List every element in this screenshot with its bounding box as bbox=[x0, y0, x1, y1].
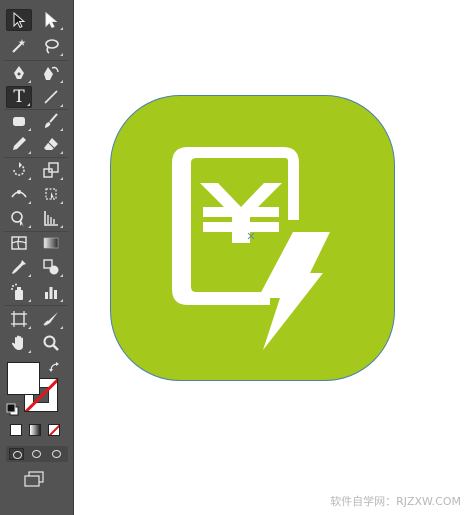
lasso-tool[interactable] bbox=[38, 35, 64, 57]
screen-mode-icon[interactable] bbox=[23, 470, 47, 492]
eraser-tool[interactable] bbox=[38, 133, 64, 155]
gradient-icon bbox=[43, 237, 59, 249]
line-segment-tool[interactable] bbox=[38, 86, 64, 108]
yuan-phone-lightning-icon bbox=[172, 147, 330, 350]
symbol-sprayer-icon bbox=[11, 283, 23, 300]
pen-tool[interactable] bbox=[6, 62, 32, 84]
pencil-tool[interactable] bbox=[6, 133, 32, 155]
free-transform-tool[interactable] bbox=[38, 183, 64, 205]
slice-knife-icon bbox=[43, 312, 58, 326]
draw-normal-icon[interactable] bbox=[9, 448, 24, 460]
pen-nib-icon bbox=[14, 66, 24, 79]
watermark-text: 软件自学网：RJZXW.COM bbox=[330, 495, 461, 508]
direct-selection-tool[interactable] bbox=[38, 9, 64, 31]
rounded-rectangle-icon bbox=[13, 117, 25, 126]
curvature-tool[interactable] bbox=[38, 62, 64, 84]
lasso-icon bbox=[45, 39, 59, 54]
lightning-bolt bbox=[258, 232, 330, 350]
width-tool[interactable] bbox=[6, 183, 32, 205]
artboard-tool[interactable] bbox=[6, 308, 32, 330]
shape-builder-icon bbox=[11, 211, 24, 227]
type-tool[interactable]: T bbox=[6, 86, 32, 108]
mesh-tool[interactable] bbox=[6, 232, 32, 254]
eyedropper-tool[interactable] bbox=[6, 256, 32, 278]
blend-tool[interactable] bbox=[38, 256, 64, 278]
gradient-tool[interactable] bbox=[38, 232, 64, 254]
hand-tool[interactable] bbox=[6, 332, 32, 354]
drawing-modes-group bbox=[6, 446, 68, 462]
curvature-pen-icon bbox=[44, 66, 59, 80]
selection-arrow-icon bbox=[13, 11, 26, 29]
draw-inside-icon[interactable] bbox=[49, 448, 64, 460]
eyedropper-icon bbox=[12, 260, 26, 274]
tools-panel: T bbox=[0, 0, 74, 515]
type-t-icon: T bbox=[13, 87, 25, 107]
pencil-icon bbox=[13, 137, 26, 150]
yuan-sign bbox=[200, 183, 282, 243]
perspective-grid-icon bbox=[44, 211, 58, 226]
free-transform-icon bbox=[45, 188, 57, 200]
blend-icon bbox=[43, 259, 59, 275]
draw-behind-icon[interactable] bbox=[29, 448, 44, 460]
shape-builder-tool[interactable] bbox=[6, 207, 32, 229]
center-point-marker bbox=[247, 232, 255, 240]
selection-tool[interactable] bbox=[6, 9, 32, 31]
default-colors-icon[interactable] bbox=[6, 401, 19, 420]
scale-tool[interactable] bbox=[38, 159, 64, 181]
rotate-icon bbox=[13, 162, 25, 176]
fill-color-swatch[interactable] bbox=[7, 362, 40, 395]
gradient-mode-button[interactable] bbox=[29, 424, 41, 436]
line-segment-icon bbox=[44, 90, 58, 104]
eraser-icon bbox=[44, 138, 58, 150]
artboard-icon bbox=[11, 311, 27, 327]
symbol-sprayer-tool[interactable] bbox=[6, 281, 32, 303]
paintbrush-tool[interactable] bbox=[38, 110, 64, 132]
hand-icon bbox=[11, 335, 23, 350]
direct-selection-arrow-icon bbox=[45, 11, 58, 29]
none-mode-button[interactable] bbox=[48, 424, 60, 436]
magic-wand-icon bbox=[12, 39, 26, 53]
scale-icon bbox=[43, 162, 59, 178]
rectangle-tool[interactable] bbox=[6, 110, 32, 132]
zoom-magnifier-icon bbox=[43, 335, 59, 351]
slice-tool[interactable] bbox=[38, 308, 64, 330]
color-mode-button[interactable] bbox=[10, 424, 22, 436]
mesh-icon bbox=[11, 236, 27, 250]
width-icon bbox=[11, 190, 27, 198]
rotate-tool[interactable] bbox=[6, 159, 32, 181]
perspective-grid-tool[interactable] bbox=[38, 207, 64, 229]
zoom-tool[interactable] bbox=[38, 332, 64, 354]
magic-wand-tool[interactable] bbox=[6, 35, 32, 57]
paintbrush-icon bbox=[45, 113, 58, 128]
column-graph-icon bbox=[45, 287, 57, 299]
swap-colors-icon[interactable] bbox=[49, 359, 61, 378]
column-graph-tool[interactable] bbox=[38, 281, 64, 303]
